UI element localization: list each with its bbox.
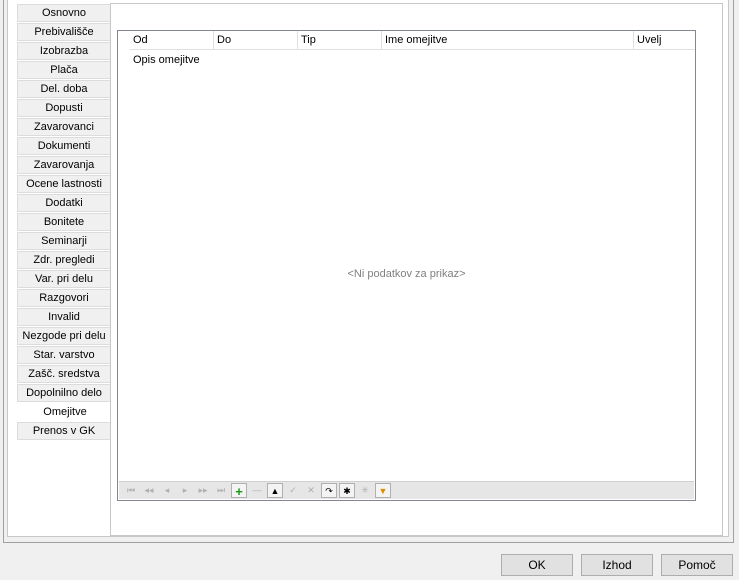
goto-bookmark-icon[interactable]: ✳ — [357, 483, 373, 498]
tab-prenos-v-gk[interactable]: Prenos v GK — [17, 422, 111, 440]
tab-bonitete[interactable]: Bonitete — [17, 213, 111, 231]
cancel-edit-icon[interactable]: ✕ — [303, 483, 319, 498]
post-edit-icon[interactable]: ✓ — [285, 483, 301, 498]
tab-zašč-sredstva[interactable]: Zašč. sredstva — [17, 365, 111, 383]
tab-seminarji[interactable]: Seminarji — [17, 232, 111, 250]
previous-page-icon[interactable]: ◂◂ — [141, 483, 157, 498]
tab-zavarovanci[interactable]: Zavarovanci — [17, 118, 111, 136]
empty-grid-message: <Ni podatkov za prikaz> — [347, 268, 466, 280]
first-page-icon[interactable]: ⏮ — [123, 483, 139, 498]
tab-dopusti[interactable]: Dopusti — [17, 99, 111, 117]
exit-button[interactable]: Izhod — [581, 554, 653, 576]
column-header-ime-omejitve[interactable]: Ime omejitve — [382, 31, 634, 50]
column-header-opis-omejitve[interactable]: Opis omejitve — [133, 52, 200, 69]
tab-ocene-lastnosti[interactable]: Ocene lastnosti — [17, 175, 111, 193]
tab-izobrazba[interactable]: Izobrazba — [17, 42, 111, 60]
filter-icon[interactable]: ▼ — [375, 483, 391, 498]
last-page-icon[interactable]: ⏭ — [213, 483, 229, 498]
next-page-icon[interactable]: ▸▸ — [195, 483, 211, 498]
help-button[interactable]: Pomoč — [661, 554, 733, 576]
grid-header: Od Do Tip Ime omejitve Uvelj — [130, 31, 695, 50]
edit-record-icon[interactable]: ▲ — [267, 483, 283, 498]
tab-del-doba[interactable]: Del. doba — [17, 80, 111, 98]
tab-list: Osnovno Prebivališče Izobrazba Plača Del. do… — [17, 4, 112, 441]
previous-record-icon[interactable]: ◂ — [159, 483, 175, 498]
restrictions-grid[interactable]: Od Do Tip Ime omejitve Uvelj Opis omejit… — [117, 30, 696, 501]
tab-razgovori[interactable]: Razgovori — [17, 289, 111, 307]
tab-zdr-pregledi[interactable]: Zdr. pregledi — [17, 251, 111, 269]
column-header-do[interactable]: Do — [214, 31, 298, 50]
refresh-icon[interactable]: ↷ — [321, 483, 337, 498]
column-header-od[interactable]: Od — [130, 31, 214, 50]
tab-dodatki[interactable]: Dodatki — [17, 194, 111, 212]
tab-var-pri-delu[interactable]: Var. pri delu — [17, 270, 111, 288]
column-header-uvelj[interactable]: Uvelj — [634, 31, 695, 50]
tab-nezgode-pri-delu[interactable]: Nezgode pri delu — [17, 327, 111, 345]
append-record-icon[interactable]: + — [231, 483, 247, 499]
data-navigator: ⏮ ◂◂ ◂ ▸ ▸▸ ⏭ + — ▲ ✓ ✕ ↷ ✱ ✳ ▼ — [119, 481, 694, 499]
delete-record-icon[interactable]: — — [249, 483, 265, 498]
tab-plača[interactable]: Plača — [17, 61, 111, 79]
tab-prebivališče[interactable]: Prebivališče — [17, 23, 111, 41]
bookmark-icon[interactable]: ✱ — [339, 483, 355, 498]
tab-osnovno[interactable]: Osnovno — [17, 4, 111, 22]
tab-dokumenti[interactable]: Dokumenti — [17, 137, 111, 155]
tab-omejitve[interactable]: Omejitve — [17, 403, 112, 421]
ok-button[interactable]: OK — [501, 554, 573, 576]
tab-invalid[interactable]: Invalid — [17, 308, 111, 326]
column-header-tip[interactable]: Tip — [298, 31, 382, 50]
tab-zavarovanja[interactable]: Zavarovanja — [17, 156, 111, 174]
tab-dopolnilno-delo[interactable]: Dopolnilno delo — [17, 384, 111, 402]
tab-star-varstvo[interactable]: Star. varstvo — [17, 346, 111, 364]
next-record-icon[interactable]: ▸ — [177, 483, 193, 498]
